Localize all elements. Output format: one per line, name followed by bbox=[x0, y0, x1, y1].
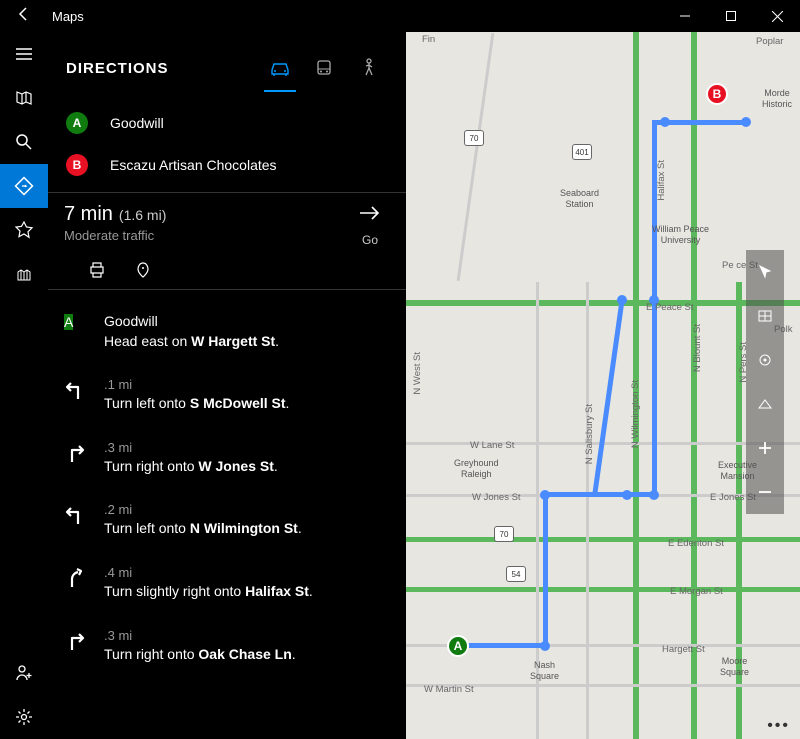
step-distance: .4 mi bbox=[104, 565, 390, 580]
arrow-right-icon bbox=[350, 203, 390, 229]
steps-list: A GoodwillHead east on W Hargett St. .1 mi… bbox=[48, 290, 406, 739]
step-distance: .2 mi bbox=[104, 502, 390, 517]
step-instruction: Turn slightly right onto Halifax St. bbox=[104, 582, 390, 602]
map-zoom-in[interactable] bbox=[746, 426, 784, 470]
summary-time: 7 min(1.6 mi) bbox=[64, 203, 350, 226]
step-distance: .1 mi bbox=[104, 377, 390, 392]
back-button[interactable] bbox=[0, 6, 48, 27]
map-poi: MooreSquare bbox=[720, 656, 749, 678]
endpoint-b-label: Escazu Artisan Chocolates bbox=[110, 157, 277, 173]
nav-3d-cities[interactable] bbox=[0, 252, 48, 296]
start-turn-icon: A bbox=[64, 312, 98, 351]
summary-traffic: Moderate traffic bbox=[64, 228, 350, 243]
map-label: E Peace St bbox=[646, 302, 694, 313]
route-shield: 54 bbox=[506, 566, 526, 582]
step-item[interactable]: .3 mi Turn right onto W Jones St. bbox=[64, 430, 390, 493]
slight_right-turn-icon bbox=[64, 565, 98, 602]
minimize-button[interactable] bbox=[662, 0, 708, 32]
nav-search[interactable] bbox=[0, 120, 48, 164]
mode-drive[interactable] bbox=[258, 50, 302, 86]
map-label: N Wilmington St bbox=[630, 380, 641, 448]
step-item[interactable]: .3 mi Turn right onto Oak Chase Ln. bbox=[64, 618, 390, 681]
right-turn-icon bbox=[64, 628, 98, 665]
step-instruction: Head east on W Hargett St. bbox=[104, 332, 390, 352]
map-cursor-icon[interactable] bbox=[746, 250, 784, 294]
hamburger-button[interactable] bbox=[0, 32, 48, 76]
map-label: W Lane St bbox=[470, 440, 514, 451]
map-poi: MordeHistoric bbox=[762, 88, 792, 110]
nav-directions[interactable] bbox=[0, 164, 48, 208]
print-icon[interactable] bbox=[88, 261, 106, 279]
right-turn-icon bbox=[64, 440, 98, 477]
pin-a-icon: A bbox=[66, 112, 88, 134]
map-layers-icon[interactable] bbox=[746, 294, 784, 338]
endpoint-b[interactable]: B Escazu Artisan Chocolates bbox=[64, 144, 390, 186]
endpoint-a-label: Goodwill bbox=[110, 115, 164, 131]
map-tilt-icon[interactable] bbox=[746, 382, 784, 426]
step-instruction: Turn right onto Oak Chase Ln. bbox=[104, 645, 390, 665]
nav-map[interactable] bbox=[0, 76, 48, 120]
overflow-button[interactable]: ••• bbox=[767, 717, 790, 735]
step-title: Goodwill bbox=[104, 312, 390, 332]
left-turn-icon bbox=[64, 377, 98, 414]
mode-transit[interactable] bbox=[302, 50, 346, 86]
route-shield: 401 bbox=[572, 144, 592, 160]
nav-rail bbox=[0, 32, 48, 739]
step-item[interactable]: .4 mi Turn slightly right onto Halifax St… bbox=[64, 555, 390, 618]
step-instruction: Turn left onto N Wilmington St. bbox=[104, 519, 390, 539]
map-zoom-out[interactable] bbox=[746, 470, 784, 514]
titlebar: Maps bbox=[0, 0, 800, 32]
step-item[interactable]: .2 mi Turn left onto N Wilmington St. bbox=[64, 492, 390, 555]
close-button[interactable] bbox=[754, 0, 800, 32]
route-shield: 70 bbox=[464, 130, 484, 146]
map-pin-b[interactable]: B bbox=[706, 83, 728, 105]
app-title: Maps bbox=[48, 9, 662, 24]
panel-title: DIRECTIONS bbox=[66, 60, 258, 77]
map-poi: SeaboardStation bbox=[560, 188, 599, 210]
left-turn-icon bbox=[64, 502, 98, 539]
route-shield: 70 bbox=[494, 526, 514, 542]
step-instruction: Turn right onto W Jones St. bbox=[104, 457, 390, 477]
map-label: Halifax St bbox=[656, 160, 667, 201]
map-label: Hargett St bbox=[662, 644, 705, 655]
map-label: N Salisbury St bbox=[584, 404, 595, 464]
mode-walk[interactable] bbox=[346, 50, 390, 86]
map-label: W Martin St bbox=[424, 684, 474, 695]
map-poi: GreyhoundRaleigh bbox=[454, 458, 499, 480]
map-label: N Blount St bbox=[692, 324, 703, 372]
map-poi: NashSquare bbox=[530, 660, 559, 682]
map-canvas[interactable]: A B Fin Poplar MordeHistoric SeaboardSta… bbox=[406, 32, 800, 739]
step-distance: .3 mi bbox=[104, 440, 390, 455]
step-item[interactable]: .1 mi Turn left onto S McDowell St. bbox=[64, 367, 390, 430]
map-label: N West St bbox=[412, 352, 423, 395]
map-label: Fin bbox=[422, 34, 435, 45]
nav-favorites[interactable] bbox=[0, 208, 48, 252]
map-poi: William PeaceUniversity bbox=[652, 224, 709, 246]
map-toolbar bbox=[746, 250, 784, 514]
map-pin-a[interactable]: A bbox=[447, 635, 469, 657]
nav-settings[interactable] bbox=[0, 695, 48, 739]
directions-panel: DIRECTIONS A Goodwill B Escazu Artisan C… bbox=[48, 32, 406, 739]
step-item[interactable]: A GoodwillHead east on W Hargett St. bbox=[64, 302, 390, 367]
step-distance: .3 mi bbox=[104, 628, 390, 643]
map-label: E Edenton St bbox=[668, 538, 724, 549]
map-label: E Morgan St bbox=[670, 586, 723, 597]
nav-account[interactable] bbox=[0, 651, 48, 695]
endpoint-a[interactable]: A Goodwill bbox=[64, 102, 390, 144]
map-label: Poplar bbox=[756, 36, 783, 47]
map-label: W Jones St bbox=[472, 492, 521, 503]
route-summary: 7 min(1.6 mi) Moderate traffic Go bbox=[48, 192, 406, 290]
step-instruction: Turn left onto S McDowell St. bbox=[104, 394, 390, 414]
go-button[interactable]: Go bbox=[350, 203, 390, 247]
map-locate-icon[interactable] bbox=[746, 338, 784, 382]
share-icon[interactable] bbox=[134, 261, 152, 279]
maximize-button[interactable] bbox=[708, 0, 754, 32]
pin-b-icon: B bbox=[66, 154, 88, 176]
